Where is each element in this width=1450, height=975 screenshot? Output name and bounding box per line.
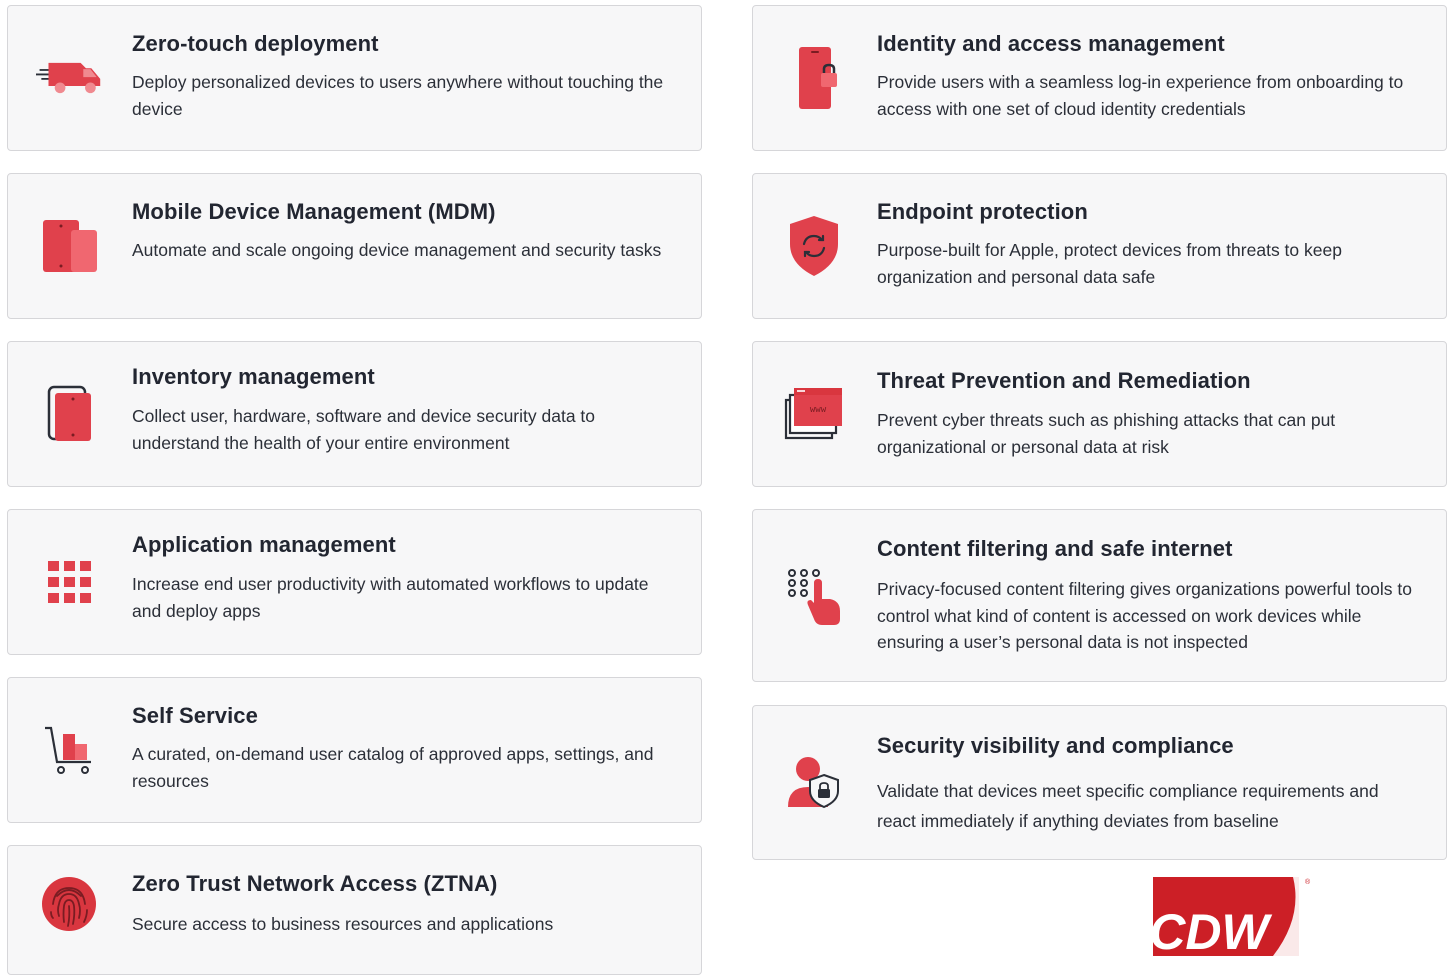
app-grid-icon bbox=[36, 549, 102, 615]
feature-card-content-filtering: Content filtering and safe internet Priv… bbox=[752, 509, 1447, 682]
logo-mark: ® bbox=[1305, 878, 1311, 886]
shield-sync-icon bbox=[781, 213, 847, 279]
feature-card-mdm: Mobile Device Management (MDM) Automate … bbox=[7, 173, 702, 319]
card-title: Identity and access management bbox=[877, 31, 1225, 56]
card-title: Threat Prevention and Remediation bbox=[877, 368, 1251, 393]
card-title: Application management bbox=[132, 532, 396, 557]
card-description: Deploy personalized devices to users any… bbox=[132, 72, 664, 119]
card-description: Increase end user productivity with auto… bbox=[132, 574, 649, 621]
browser-stack-icon: www bbox=[781, 381, 847, 447]
touch-keypad-icon bbox=[781, 563, 847, 629]
user-shield-icon bbox=[781, 750, 847, 816]
phone-lock-icon bbox=[781, 45, 847, 111]
card-title: Endpoint protection bbox=[877, 199, 1088, 224]
card-description: Collect user, hardware, software and dev… bbox=[132, 406, 596, 453]
tablet-stack-icon bbox=[36, 381, 102, 447]
card-title: Zero-touch deployment bbox=[132, 31, 379, 56]
svg-text:www: www bbox=[810, 405, 827, 415]
feature-card-zero-touch: Zero-touch deployment Deploy personalize… bbox=[7, 5, 702, 151]
cart-icon bbox=[36, 717, 102, 783]
card-title: Inventory management bbox=[132, 364, 375, 389]
devices-icon bbox=[36, 213, 102, 279]
feature-card-inventory: Inventory management Collect user, hardw… bbox=[7, 341, 702, 487]
card-title: Security visibility and compliance bbox=[877, 733, 1234, 758]
card-description: Provide users with a seamless log-in exp… bbox=[877, 72, 1404, 119]
card-title: Mobile Device Management (MDM) bbox=[132, 199, 496, 224]
logo-text: CDW bbox=[1153, 904, 1273, 956]
feature-card-self-service: Self Service A curated, on-demand user c… bbox=[7, 677, 702, 823]
feature-card-threat: www Threat Prevention and Remediation Pr… bbox=[752, 341, 1447, 487]
card-description: A curated, on-demand user catalog of app… bbox=[132, 744, 654, 791]
fingerprint-icon bbox=[36, 871, 102, 937]
card-title: Self Service bbox=[132, 703, 258, 728]
feature-card-endpoint: Endpoint protection Purpose-built for Ap… bbox=[752, 173, 1447, 319]
feature-card-application: Application management Increase end user… bbox=[7, 509, 702, 655]
card-description: Purpose-built for Apple, protect devices… bbox=[877, 240, 1342, 287]
card-description: Prevent cyber threats such as phishing a… bbox=[877, 410, 1336, 457]
card-description: Validate that devices meet specific comp… bbox=[877, 781, 1379, 831]
card-description: Secure access to business resources and … bbox=[132, 914, 554, 934]
cdw-logo: CDW ® bbox=[1149, 877, 1313, 960]
card-title: Content filtering and safe internet bbox=[877, 536, 1233, 561]
card-description: Privacy-focused content filtering gives … bbox=[877, 579, 1412, 652]
card-description: Automate and scale ongoing device manage… bbox=[132, 240, 662, 260]
truck-icon bbox=[36, 45, 102, 111]
feature-card-identity: Identity and access management Provide u… bbox=[752, 5, 1447, 151]
card-title: Zero Trust Network Access (ZTNA) bbox=[132, 871, 498, 896]
feature-card-security-visibility: Security visibility and compliance Valid… bbox=[752, 705, 1447, 860]
